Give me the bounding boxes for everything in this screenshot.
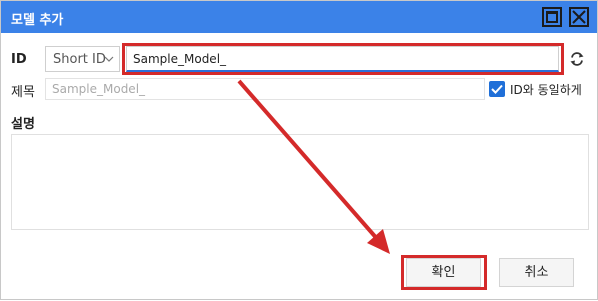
description-label: 설명 <box>11 117 35 132</box>
same-as-id-checkbox[interactable] <box>489 81 505 97</box>
close-icon <box>572 10 586 24</box>
ok-button[interactable]: 확인 <box>406 258 481 287</box>
maximize-icon <box>546 11 558 23</box>
maximize-button[interactable] <box>542 7 562 27</box>
id-type-select[interactable]: Short ID <box>45 46 120 72</box>
add-model-dialog: 모델 추가 ID Short ID 제목 ID와 동일하게 설명 확인 <box>0 0 598 300</box>
close-button[interactable] <box>569 7 589 27</box>
cancel-button[interactable]: 취소 <box>499 258 574 287</box>
title-label: 제목 <box>11 85 35 100</box>
id-type-selected: Short ID <box>53 52 106 67</box>
id-input[interactable] <box>126 46 559 72</box>
chevron-down-icon <box>104 56 114 62</box>
title-bar: 모델 추가 <box>1 1 597 33</box>
check-icon <box>491 84 503 94</box>
refresh-icon[interactable] <box>569 51 585 67</box>
dialog-title: 모델 추가 <box>11 13 64 28</box>
description-textarea[interactable] <box>11 134 589 230</box>
id-label: ID <box>11 52 27 67</box>
title-input[interactable] <box>45 78 485 100</box>
same-as-id-label: ID와 동일하게 <box>510 83 582 97</box>
